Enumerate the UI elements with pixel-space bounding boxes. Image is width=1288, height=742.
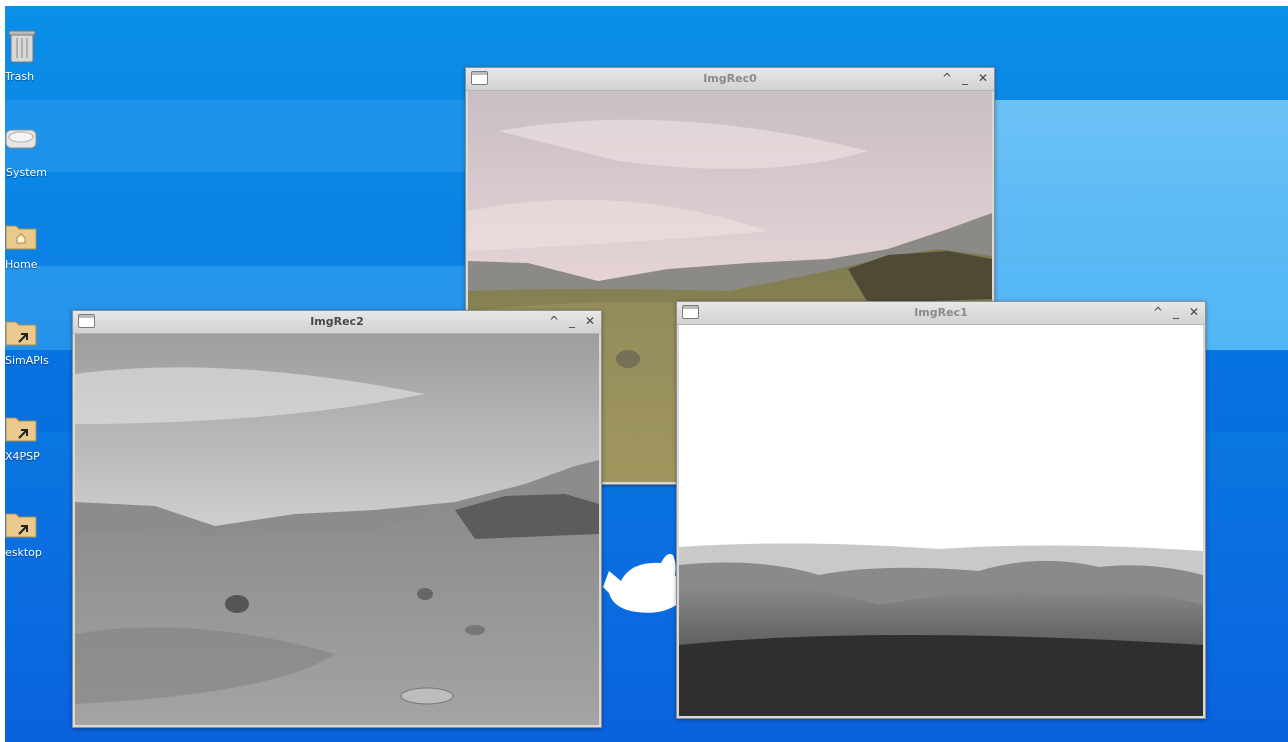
- close-button[interactable]: ✕: [976, 70, 990, 86]
- window-imgrec1[interactable]: ImgRec1 ^ _ ✕: [676, 301, 1206, 719]
- folder-link-icon: [5, 417, 37, 442]
- camera-image-gray: [75, 334, 599, 725]
- desktop-icon-label: Home: [5, 258, 38, 271]
- desktop-icon-label: X4PSP: [5, 450, 40, 463]
- desktop-icon-label-text: System: [6, 166, 48, 179]
- maximize-button[interactable]: ^: [547, 313, 561, 329]
- minimize-button[interactable]: _: [1169, 304, 1183, 320]
- maximize-button[interactable]: ^: [940, 70, 954, 86]
- close-button[interactable]: ✕: [1187, 304, 1201, 320]
- depth-image: [679, 325, 1203, 716]
- desktop-icon-label: Trash: [5, 70, 35, 83]
- window-imgrec2[interactable]: ImgRec2 ^ _ ✕: [72, 310, 602, 728]
- desktop-icon-label: · System: [5, 166, 47, 179]
- close-button[interactable]: ✕: [583, 313, 597, 329]
- camera-image-depth: [679, 325, 1203, 716]
- window-titlebar[interactable]: ImgRec2 ^ _ ✕: [73, 311, 601, 334]
- maximize-button[interactable]: ^: [1151, 304, 1165, 320]
- home-folder-icon: [5, 225, 37, 250]
- window-titlebar[interactable]: ImgRec1 ^ _ ✕: [677, 302, 1205, 325]
- window-title: ImgRec0: [703, 72, 757, 85]
- folder-link-icon: [5, 321, 37, 346]
- desktop-icon-label: SimAPIs: [5, 354, 49, 367]
- minimize-button[interactable]: _: [958, 70, 972, 86]
- trash-icon: [8, 30, 36, 63]
- folder-link-icon: [5, 513, 37, 538]
- grayscale-image: [75, 334, 599, 725]
- drive-icon: [5, 129, 37, 149]
- window-title: ImgRec1: [914, 306, 968, 319]
- window-titlebar[interactable]: ImgRec0 ^ _ ✕: [466, 68, 994, 91]
- window-title: ImgRec2: [310, 315, 364, 328]
- desktop-icon-label: esktop: [5, 546, 42, 559]
- minimize-button[interactable]: _: [565, 313, 579, 329]
